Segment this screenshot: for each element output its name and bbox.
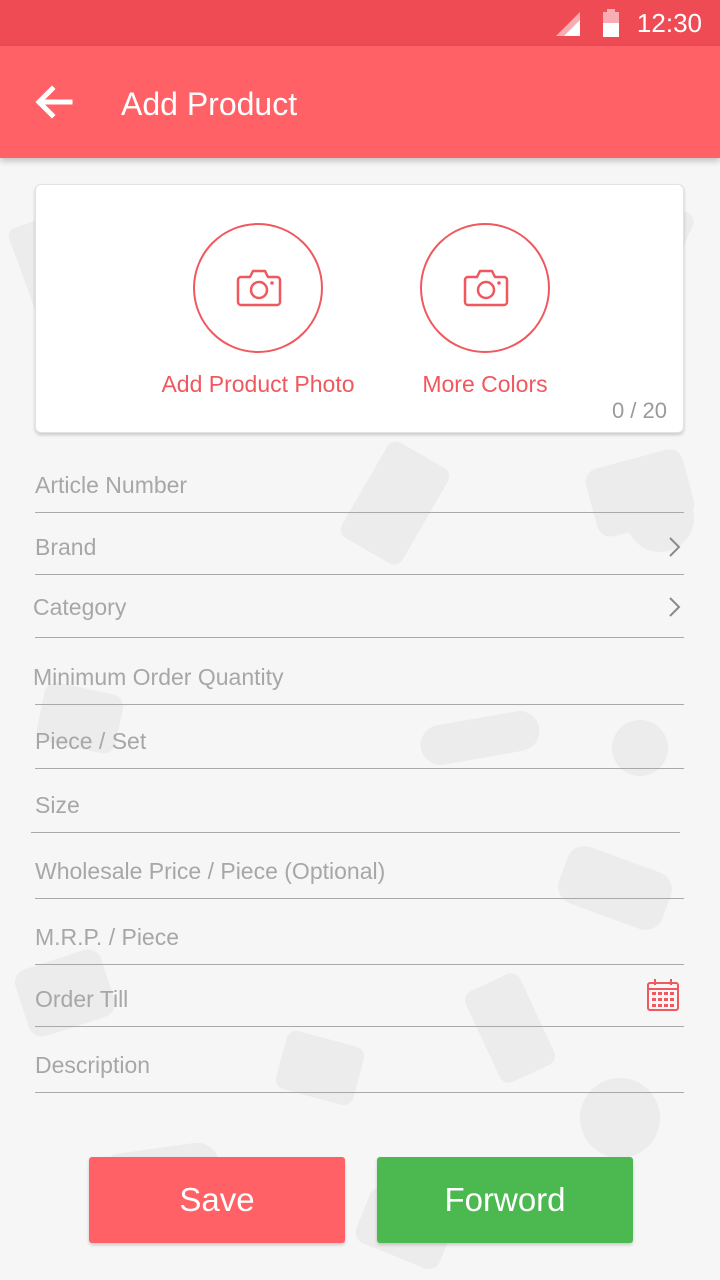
save-button[interactable]: Save: [89, 1157, 345, 1243]
order-till-field[interactable]: Order Till: [35, 972, 684, 1027]
category-field[interactable]: Category: [33, 582, 684, 638]
status-time: 12:30: [636, 8, 702, 38]
article-number-label: Article Number: [35, 472, 188, 498]
add-photo-circle[interactable]: [193, 223, 323, 353]
wholesale-price-label: Wholesale Price / Piece (Optional): [35, 858, 386, 884]
brand-label: Brand: [35, 534, 97, 560]
piece-set-label: Piece / Set: [35, 728, 147, 754]
more-colors-button[interactable]: More Colors: [375, 223, 595, 403]
minimum-order-quantity-label: Minimum Order Quantity: [33, 664, 284, 690]
brand-field[interactable]: Brand: [35, 522, 684, 575]
category-label: Category: [33, 594, 127, 620]
page-title: Add Product: [121, 86, 298, 122]
order-till-label: Order Till: [35, 986, 129, 1012]
calendar-icon[interactable]: [646, 978, 680, 1012]
signal-icon: [556, 12, 580, 36]
battery-icon: [603, 9, 619, 37]
photo-count: 0 / 20: [611, 398, 667, 423]
camera-icon: [236, 269, 282, 307]
size-label: Size: [35, 792, 80, 818]
more-colors-label: More Colors: [422, 371, 548, 397]
size-field[interactable]: Size: [31, 780, 680, 833]
mrp-field[interactable]: M.R.P. / Piece: [35, 912, 684, 965]
chevron-right-icon: [669, 537, 681, 557]
article-number-field[interactable]: Article Number: [35, 460, 684, 513]
chevron-right-icon: [669, 597, 681, 617]
add-product-photo-label: Add Product Photo: [161, 371, 355, 397]
description-field[interactable]: Description: [35, 1040, 684, 1093]
forward-button[interactable]: Forword: [377, 1157, 633, 1243]
wholesale-price-field[interactable]: Wholesale Price / Piece (Optional): [35, 846, 684, 899]
description-label: Description: [35, 1052, 151, 1078]
more-colors-circle[interactable]: [420, 223, 550, 353]
app-bar: Add Product: [0, 46, 720, 158]
camera-icon: [463, 269, 509, 307]
status-bar: 12:30: [0, 0, 720, 46]
minimum-order-quantity-field[interactable]: Minimum Order Quantity: [33, 652, 684, 705]
mrp-label: M.R.P. / Piece: [35, 924, 180, 950]
back-arrow-icon[interactable]: [34, 84, 74, 120]
photo-card: Add Product Photo More Colors 0 / 20: [35, 184, 684, 433]
add-product-photo-button[interactable]: Add Product Photo: [148, 223, 368, 403]
piece-set-field[interactable]: Piece / Set: [35, 716, 684, 769]
